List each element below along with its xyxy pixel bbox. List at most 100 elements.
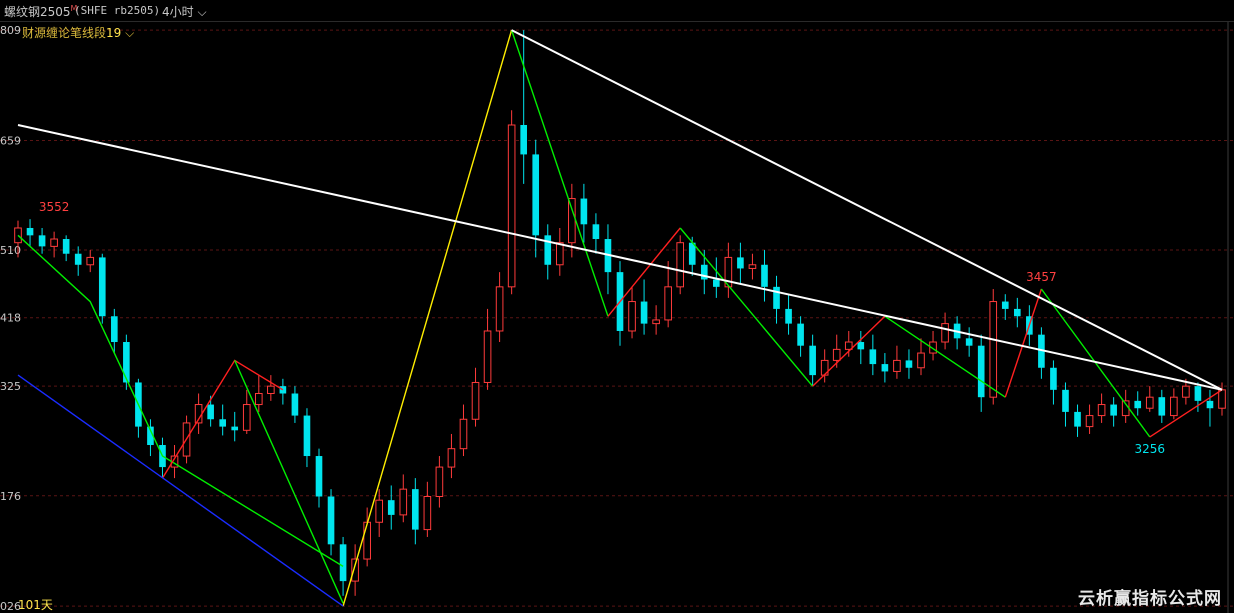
y-tick-label: 176 xyxy=(0,490,21,503)
chevron-down-icon: ⌵ xyxy=(125,26,135,40)
watermark-text: 云析赢指标公式网 xyxy=(1078,589,1222,609)
segment-line xyxy=(679,227,814,387)
candle-body-down xyxy=(1134,400,1142,409)
candle-body-down xyxy=(532,154,540,236)
candle-body-down xyxy=(881,364,889,372)
candle-body-up xyxy=(447,448,456,468)
candle-body-up xyxy=(495,286,504,332)
candle-body-down xyxy=(111,316,118,343)
candle-body-up xyxy=(375,499,384,523)
candle-body-down xyxy=(98,257,106,317)
candle-body-down xyxy=(809,345,816,376)
kline-chart[interactable]: 8096595104183251760263552380934573026325… xyxy=(0,0,1234,613)
candle-body-down xyxy=(303,415,311,457)
candle-body-down xyxy=(231,426,239,431)
extreme-value-label: 3457 xyxy=(1026,270,1057,284)
candle-body-down xyxy=(74,253,82,265)
candle-body-down xyxy=(977,345,985,398)
candle-body-down xyxy=(327,496,335,545)
period-label: 4小时 xyxy=(162,5,194,19)
segment-line xyxy=(17,124,1223,391)
candle-body-up xyxy=(507,124,516,288)
symbol-name: 螺纹钢2505 xyxy=(4,5,71,19)
candle-body-up xyxy=(50,238,58,247)
candle-body-up xyxy=(1097,404,1106,417)
candle-body-down xyxy=(544,235,552,265)
candle-body-down xyxy=(1194,386,1202,401)
candle-body-up xyxy=(254,393,263,406)
indicator-param: 19 xyxy=(106,26,122,40)
candle-body-down xyxy=(857,342,865,350)
contract-code: (SHFE rb2505) xyxy=(74,4,161,17)
candle-body-down xyxy=(580,198,588,225)
candle-body-down xyxy=(640,301,648,324)
candle-body-up xyxy=(1145,396,1154,409)
candle-body-down xyxy=(797,323,804,346)
candle-body-up xyxy=(363,521,371,560)
candle-body-down xyxy=(520,124,527,155)
candle-body-up xyxy=(917,352,925,369)
candle-body-down xyxy=(26,227,34,236)
candle-body-up xyxy=(555,242,564,266)
indicator-name: 财源缠论笔线段 xyxy=(22,26,107,40)
candle-body-down xyxy=(339,544,347,582)
candle-body-down xyxy=(38,235,46,247)
candle-body-up xyxy=(893,359,901,372)
candle-body-down xyxy=(1062,389,1069,412)
candle-body-down xyxy=(62,239,70,254)
candle-body-down xyxy=(291,393,299,416)
candle-body-down xyxy=(1158,397,1166,416)
candle-body-up xyxy=(483,330,492,383)
candle-body-up xyxy=(568,198,576,244)
candle-body-down xyxy=(773,286,780,309)
candle-body-up xyxy=(664,286,672,321)
candle-body-up xyxy=(399,488,408,516)
candle-body-up xyxy=(435,466,444,498)
candle-body-down xyxy=(412,489,419,530)
candle-body-up xyxy=(1182,385,1190,398)
candle-body-down xyxy=(869,349,877,365)
candle-body-up xyxy=(676,242,685,288)
candle-body-down xyxy=(1014,308,1021,317)
candle-body-up xyxy=(652,319,660,325)
chart-header: 螺纹钢2505M (SHFE rb2505) 4小时 ⌵ xyxy=(0,0,1234,22)
y-tick-label: 418 xyxy=(0,312,21,325)
period-selector[interactable]: 4小时 ⌵ xyxy=(162,3,207,20)
candle-body-down xyxy=(123,342,130,383)
candle-body-down xyxy=(315,456,323,497)
symbol-label[interactable]: 螺纹钢2505M xyxy=(4,3,77,20)
candle-body-up xyxy=(459,418,468,450)
indicator-selector[interactable]: 财源缠论笔线段19 ⌵ xyxy=(22,24,134,41)
candle-body-up xyxy=(941,323,949,343)
candle-body-down xyxy=(737,257,744,269)
candle-body-down xyxy=(1074,411,1081,427)
candle-body-up xyxy=(748,264,757,269)
candle-body-down xyxy=(1110,404,1117,416)
candle-body-down xyxy=(713,279,720,287)
candle-body-up xyxy=(1170,396,1178,417)
candle-body-up xyxy=(628,301,636,332)
candle-body-down xyxy=(905,360,913,368)
candle-body-up xyxy=(86,256,95,266)
segment-line xyxy=(511,29,1223,391)
candle-body-down xyxy=(785,308,792,324)
candle-body-up xyxy=(1085,415,1094,428)
extreme-value-label: 3256 xyxy=(1134,442,1165,456)
candle-body-up xyxy=(471,381,480,420)
y-tick-label: 809 xyxy=(0,24,21,37)
chevron-down-icon: ⌵ xyxy=(197,5,207,19)
candle-body-up xyxy=(242,404,251,431)
candle-body-up xyxy=(351,558,359,582)
candle-body-up xyxy=(267,385,275,395)
y-tick-label: 659 xyxy=(0,134,21,147)
candle-body-up xyxy=(832,348,841,361)
candle-body-down xyxy=(592,224,600,240)
candle-body-down xyxy=(1001,301,1009,309)
extreme-value-label: 3552 xyxy=(39,200,70,214)
candle-body-down xyxy=(219,419,226,427)
candle-body-up xyxy=(423,496,432,531)
candle-body-down xyxy=(387,500,395,515)
candle-body-up xyxy=(1218,389,1226,409)
candle-body-down xyxy=(207,404,214,420)
candle-body-down xyxy=(1050,367,1057,390)
